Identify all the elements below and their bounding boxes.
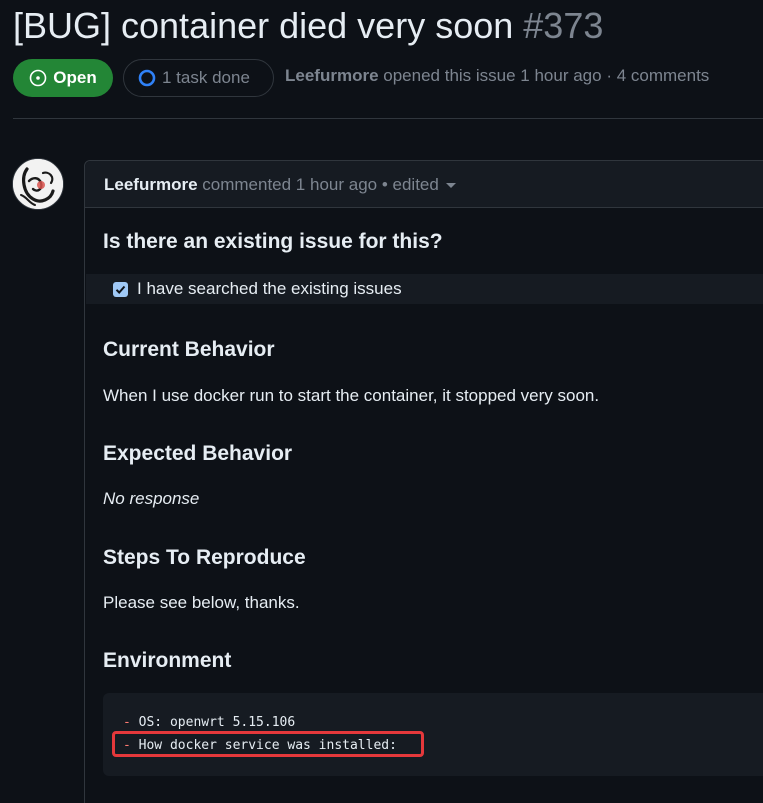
comment-author-link[interactable]: Leefurmore [104, 175, 198, 194]
checkbox-label: I have searched the existing issues [137, 279, 402, 298]
comment-header-text: Leefurmore commented 1 hour ago • edited [104, 175, 456, 195]
heading-steps-to-reproduce: Steps To Reproduce [103, 546, 306, 569]
avatar[interactable] [12, 158, 64, 210]
issue-meta-text: opened this issue 1 hour ago · 4 comment… [383, 66, 710, 85]
comment-timestamp: commented 1 hour ago [202, 175, 378, 194]
edited-label: • edited [381, 175, 439, 194]
header-divider [13, 118, 763, 119]
checkbox-row: I have searched the existing issues [86, 274, 763, 304]
issue-title-text: [BUG] container died very soon [13, 5, 514, 46]
issue-state-label: Open [53, 68, 97, 87]
environment-code-block: - OS: openwrt 5.15.106 - How docker serv… [103, 693, 763, 776]
issue-meta: Leefurmore opened this issue 1 hour ago … [285, 66, 709, 86]
checkbox-searched[interactable] [113, 281, 128, 297]
code-line: - OS: openwrt 5.15.106 [123, 715, 296, 730]
heading-current-behavior: Current Behavior [103, 338, 275, 361]
issue-opened-icon [29, 69, 47, 87]
issue-state-badge: Open [13, 59, 113, 97]
edited-dropdown[interactable]: • edited [382, 175, 456, 194]
heading-expected-behavior: Expected Behavior [103, 442, 293, 465]
task-progress-icon [138, 69, 156, 87]
checkmark-icon [115, 285, 126, 294]
caret-down-icon [445, 183, 456, 189]
issue-author-link[interactable]: Leefurmore [285, 66, 379, 85]
heading-existing-issue: Is there an existing issue for this? [103, 230, 443, 253]
heading-environment: Environment [103, 649, 232, 672]
expected-behavior-text: No response [103, 489, 200, 508]
avatar-image [13, 159, 63, 209]
comment-header: Leefurmore commented 1 hour ago • edited [85, 161, 763, 208]
issue-number: #373 [523, 5, 604, 46]
issue-title: [BUG] container died very soon #373 [13, 4, 603, 48]
task-progress-label: 1 task done [162, 68, 250, 87]
task-progress-button[interactable]: 1 task done [123, 59, 274, 97]
current-behavior-text: When I use docker run to start the conta… [103, 386, 600, 405]
highlight-annotation-box [112, 731, 424, 757]
steps-text: Please see below, thanks. [103, 593, 300, 612]
